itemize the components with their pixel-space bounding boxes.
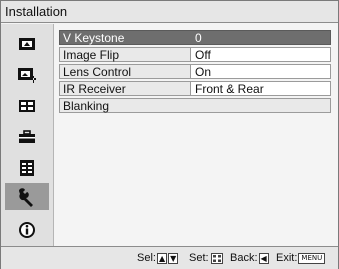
exit-hint-label: Exit: [276, 252, 298, 264]
sidebar-item-setup[interactable] [5, 123, 49, 150]
setting-label: Image Flip [63, 48, 120, 62]
setting-row-lens-control[interactable]: Lens Control On [59, 64, 331, 79]
sidebar-item-information[interactable] [5, 216, 49, 243]
set-hint-label: Set: [189, 252, 209, 264]
screen-icon [19, 99, 35, 112]
select-hint-label: Sel: [137, 252, 156, 264]
up-arrow-key-icon: ▲ [156, 252, 168, 264]
menu-key-icon: MENU [298, 252, 326, 264]
setting-label: Blanking [63, 99, 110, 113]
setting-value: 0 [195, 31, 202, 45]
function-icon [20, 159, 34, 176]
menu-title: Installation [1, 1, 338, 23]
setting-row-v-keystone[interactable]: V Keystone 0 [59, 30, 331, 45]
information-icon [19, 221, 35, 238]
enter-key-icon [210, 252, 223, 264]
setting-label: IR Receiver [63, 82, 126, 96]
installation-menu-window: Installation V Keystone 0 Image Flip Off… [0, 0, 339, 269]
down-arrow-key-icon: ▼ [168, 252, 179, 264]
installation-wrench-icon [19, 187, 33, 207]
setting-row-ir-receiver[interactable]: IR Receiver Front & Rear [59, 81, 331, 96]
sidebar-item-picture[interactable] [5, 30, 49, 57]
picture-icon [19, 37, 35, 50]
sidebar-item-installation[interactable] [5, 183, 49, 210]
advanced-picture-icon [18, 67, 36, 83]
back-hint-label: Back: [230, 252, 258, 264]
setting-label: Lens Control [63, 65, 132, 79]
sidebar-item-advanced-picture[interactable] [5, 61, 49, 88]
setting-row-blanking[interactable]: Blanking [59, 98, 331, 113]
sidebar-item-function[interactable] [5, 154, 49, 181]
sidebar-item-screen[interactable] [5, 92, 49, 119]
left-arrow-key-icon: ◀ [258, 252, 269, 264]
back-hint: Back: ◀ [230, 247, 269, 269]
setup-icon [19, 129, 35, 143]
exit-hint: Exit: MENU [276, 247, 326, 269]
setting-row-image-flip[interactable]: Image Flip Off [59, 47, 331, 62]
setting-label: V Keystone [63, 31, 125, 45]
key-guide-bar: Sel: ▲ ▼ Set: Back: ◀ Exit: MENU [1, 246, 338, 269]
setting-value: Front & Rear [195, 82, 264, 96]
set-hint: Set: [189, 247, 223, 269]
setting-value: On [195, 65, 212, 79]
menu-sidebar [1, 24, 54, 246]
select-hint: Sel: ▲ ▼ [137, 247, 179, 269]
setting-value: Off [195, 48, 211, 62]
